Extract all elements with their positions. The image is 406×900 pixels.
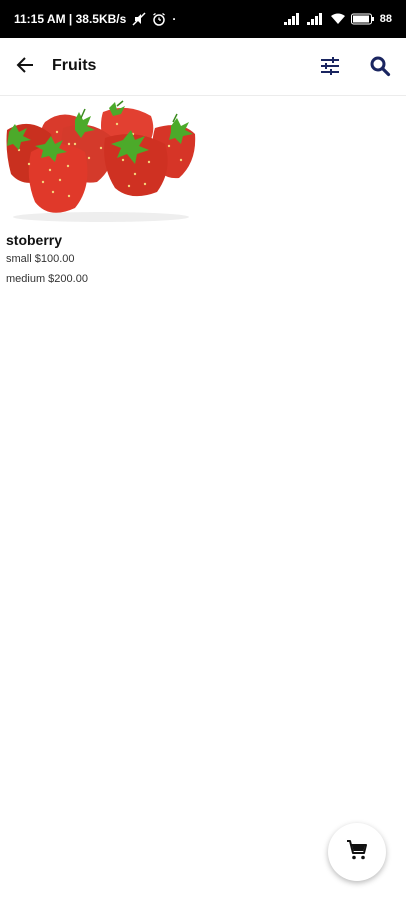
search-icon [369, 55, 391, 82]
status-bar: 11:15 AM | 38.5KB/s · 88 [0, 0, 406, 38]
product-variant-price: medium $200.00 [6, 273, 88, 285]
product-image [5, 100, 197, 222]
product-name: stoberry [6, 232, 63, 248]
signal-icon [306, 13, 325, 25]
status-dot: · [172, 12, 177, 26]
app-bar: Fruits [0, 38, 406, 96]
search-button[interactable] [366, 54, 394, 82]
product-card[interactable]: stoberry small $100.00 medium $200.00 [0, 100, 200, 300]
signal-icon [283, 13, 302, 25]
mute-icon [132, 12, 146, 26]
battery-percent: 88 [379, 13, 392, 25]
wifi-icon [330, 13, 346, 25]
status-time: 11:15 AM | 38.5KB/s [14, 12, 127, 26]
shopping-cart-icon [345, 838, 369, 867]
product-variant-price: small $100.00 [6, 253, 75, 265]
tune-icon [319, 55, 341, 82]
back-button[interactable] [12, 54, 38, 80]
page-title: Fruits [52, 57, 97, 74]
filter-button[interactable] [316, 54, 344, 82]
cart-button[interactable] [328, 823, 386, 881]
battery-icon [350, 13, 375, 25]
arrow-back-icon [14, 54, 36, 81]
alarm-icon [152, 12, 166, 26]
